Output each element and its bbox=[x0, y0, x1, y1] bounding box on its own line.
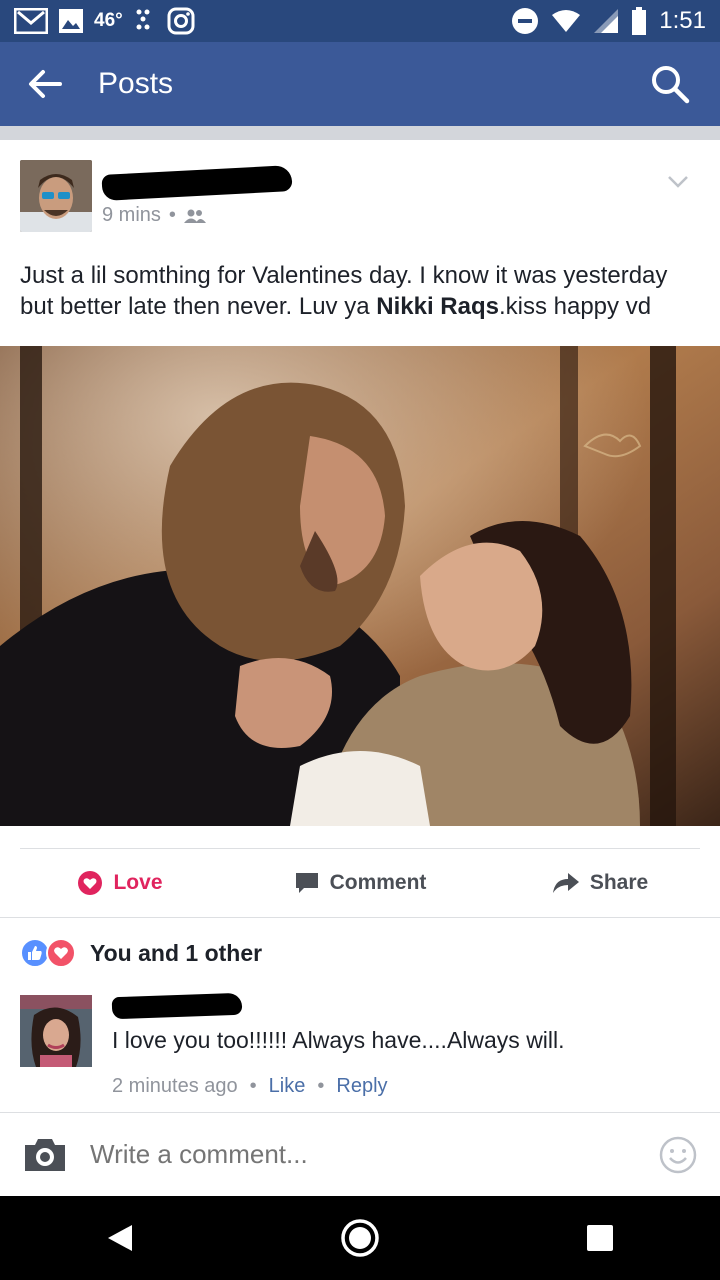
triangle-back-icon bbox=[108, 1225, 132, 1251]
battery-icon bbox=[632, 7, 647, 35]
post-photo[interactable] bbox=[0, 346, 720, 826]
system-nav-bar bbox=[0, 1196, 720, 1280]
love-reaction-icon bbox=[46, 938, 76, 968]
reactions-text: You and 1 other bbox=[90, 939, 263, 966]
comment-input[interactable] bbox=[90, 1139, 636, 1170]
home-circle-icon bbox=[341, 1219, 379, 1257]
tagged-friend-link[interactable]: Nikki Raqs bbox=[376, 293, 499, 320]
comment-label: Comment bbox=[329, 871, 427, 894]
chevron-down-icon bbox=[668, 176, 688, 188]
share-button[interactable]: Share bbox=[480, 849, 720, 917]
comment-icon bbox=[295, 873, 318, 893]
comment-text: I love you too!!!!!! Always have....Alwa… bbox=[112, 1027, 565, 1053]
reaction-icons bbox=[20, 938, 78, 968]
sticker-button[interactable] bbox=[636, 1113, 720, 1197]
commenter-name-redacted[interactable] bbox=[111, 992, 243, 1020]
wifi-icon bbox=[552, 10, 581, 32]
meta-dot: • bbox=[168, 204, 176, 226]
comment-like-link[interactable]: Like bbox=[269, 1075, 306, 1098]
weather-app-icon bbox=[136, 9, 150, 30]
nav-recents-button[interactable] bbox=[540, 1196, 660, 1280]
post-header: 9 mins • bbox=[20, 160, 700, 232]
reactions-summary[interactable]: You and 1 other bbox=[20, 935, 262, 971]
comment-reply-link[interactable]: Reply bbox=[336, 1075, 387, 1098]
love-label: Love bbox=[113, 871, 163, 894]
smiley-icon bbox=[659, 1136, 697, 1173]
temperature: 46° bbox=[94, 10, 123, 31]
photo-icon bbox=[59, 9, 83, 33]
post-actions: Love Comment Share bbox=[0, 849, 720, 917]
post-options-button[interactable] bbox=[656, 160, 700, 204]
avatar-photo bbox=[20, 160, 92, 232]
camera-button[interactable] bbox=[0, 1113, 90, 1197]
divider bbox=[0, 126, 720, 140]
app-bar: Posts bbox=[0, 42, 720, 126]
nav-back-button[interactable] bbox=[60, 1196, 180, 1280]
author-avatar[interactable] bbox=[20, 160, 92, 232]
meta-dot: • bbox=[249, 1075, 257, 1097]
search-button[interactable] bbox=[628, 42, 712, 126]
arrow-left-icon bbox=[29, 70, 62, 98]
signal-icon bbox=[594, 9, 619, 33]
post-time[interactable]: 9 mins bbox=[102, 204, 161, 227]
share-label: Share bbox=[589, 871, 649, 894]
clock: 1:51 bbox=[659, 7, 706, 34]
meta-dot: • bbox=[317, 1075, 325, 1097]
commenter-photo bbox=[20, 995, 92, 1067]
author-name-redacted[interactable] bbox=[101, 165, 293, 201]
comment-item: I love you too!!!!!! Always have....Alwa… bbox=[20, 992, 700, 1100]
post-body: Just a lil somthing for Valentines day. … bbox=[20, 260, 700, 322]
do-not-disturb-icon bbox=[512, 8, 539, 34]
search-icon bbox=[652, 66, 690, 104]
gmail-icon bbox=[14, 8, 48, 34]
love-button[interactable]: Love bbox=[0, 849, 240, 917]
commenter-avatar[interactable] bbox=[20, 995, 92, 1067]
camera-icon bbox=[25, 1138, 65, 1171]
comment-button[interactable]: Comment bbox=[240, 849, 480, 917]
comment-time: 2 minutes ago bbox=[112, 1075, 238, 1097]
square-recents-icon bbox=[587, 1225, 613, 1251]
post-card: 9 mins • Just a lil somthing for Valenti… bbox=[0, 140, 720, 1112]
back-button[interactable] bbox=[10, 42, 80, 126]
post-text-part: .kiss happy vd bbox=[498, 293, 652, 320]
status-bar: 46° 1:51 bbox=[0, 0, 720, 42]
instagram-icon bbox=[167, 7, 195, 35]
comment-composer bbox=[0, 1112, 720, 1196]
nav-home-button[interactable] bbox=[300, 1196, 420, 1280]
page-title: Posts bbox=[98, 67, 174, 100]
post-meta: 9 mins • bbox=[102, 204, 206, 227]
divider bbox=[0, 917, 720, 918]
couple-photo bbox=[0, 346, 720, 826]
share-icon bbox=[552, 873, 579, 893]
comment-meta: 2 minutes ago • Like • Reply bbox=[112, 1075, 388, 1098]
love-reaction-icon bbox=[78, 871, 103, 895]
friends-icon bbox=[183, 209, 206, 223]
